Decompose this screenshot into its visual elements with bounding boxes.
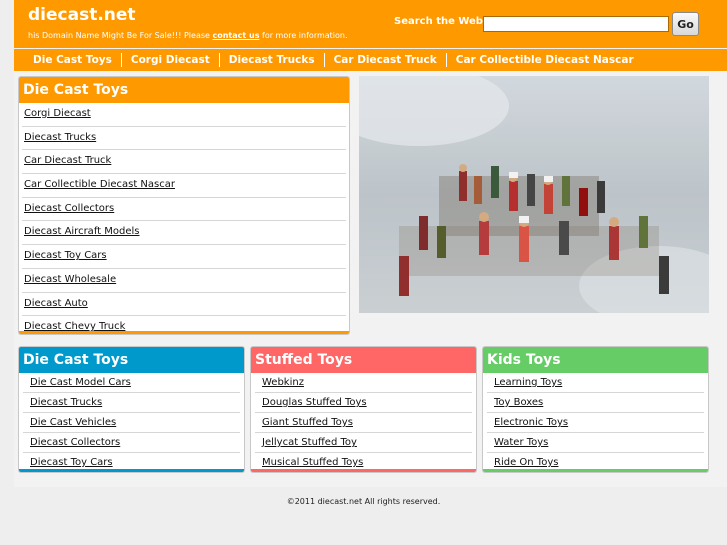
list-item: Diecast Collectors: [23, 433, 240, 453]
list-item: Diecast Collectors: [22, 198, 346, 222]
box-link[interactable]: Diecast Toy Cars: [30, 457, 113, 468]
box-link[interactable]: Douglas Stuffed Toys: [262, 397, 367, 408]
list-item: Diecast Wholesale: [22, 269, 346, 293]
list-item: Diecast Auto: [22, 293, 346, 317]
list-item: Corgi Diecast: [22, 103, 346, 127]
list-item: Car Collectible Diecast Nascar: [22, 174, 346, 198]
kids-toys-box: Kids Toys Learning Toys Toy Boxes Electr…: [482, 346, 709, 473]
list-item: Water Toys: [487, 433, 704, 453]
nav-item-car-collectible-diecast-nascar[interactable]: Car Collectible Diecast Nascar: [447, 53, 643, 67]
box-link[interactable]: Toy Boxes: [494, 397, 543, 408]
list-item: Diecast Toy Cars: [22, 245, 346, 269]
box-link[interactable]: Electronic Toys: [494, 417, 568, 428]
list-item: Douglas Stuffed Toys: [255, 393, 472, 413]
site-logo[interactable]: diecast.net: [28, 5, 136, 25]
box-link[interactable]: Diecast Trucks: [30, 397, 102, 408]
list-item: Giant Stuffed Toys: [255, 413, 472, 433]
tagline: his Domain Name Might Be For Sale!!! Ple…: [28, 31, 348, 40]
box-link[interactable]: Diecast Collectors: [30, 437, 120, 448]
main-link[interactable]: Diecast Aircraft Models: [24, 226, 140, 237]
main-link[interactable]: Car Collectible Diecast Nascar: [24, 179, 175, 190]
list-item: Webkinz: [255, 373, 472, 393]
tagline-suffix: for more information.: [262, 31, 348, 40]
nav-item-diecast-trucks[interactable]: Diecast Trucks: [220, 53, 325, 67]
stuffed-toys-box: Stuffed Toys Webkinz Douglas Stuffed Toy…: [250, 346, 477, 473]
main-link-box: Die Cast Toys Corgi Diecast Diecast Truc…: [18, 76, 350, 335]
stuffed-toys-list: Webkinz Douglas Stuffed Toys Giant Stuff…: [251, 373, 476, 472]
footer-copyright: ©2011 diecast.net All rights reserved.: [286, 497, 441, 506]
main-link[interactable]: Diecast Wholesale: [24, 274, 116, 285]
list-item: Diecast Trucks: [23, 393, 240, 413]
list-item: Diecast Aircraft Models: [22, 221, 346, 246]
main-link[interactable]: Diecast Collectors: [24, 203, 114, 214]
box-bottom-bar: [251, 469, 476, 472]
main-link-list: Corgi Diecast Diecast Trucks Car Diecast…: [19, 103, 349, 334]
box-bottom-bar: [483, 469, 708, 472]
main-link[interactable]: Diecast Trucks: [24, 132, 96, 143]
search-input[interactable]: [483, 16, 669, 32]
nav-item-car-diecast-truck[interactable]: Car Diecast Truck: [325, 53, 447, 67]
die-cast-toys-box-title: Die Cast Toys: [19, 347, 244, 373]
nav-item-die-cast-toys[interactable]: Die Cast Toys: [14, 53, 122, 67]
box-link[interactable]: Jellycat Stuffed Toy: [262, 437, 357, 448]
box-link[interactable]: Giant Stuffed Toys: [262, 417, 353, 428]
list-item: Die Cast Vehicles: [23, 413, 240, 433]
box-bottom-bar: [19, 469, 244, 472]
main-link[interactable]: Car Diecast Truck: [24, 155, 111, 166]
main-box-title: Die Cast Toys: [19, 77, 349, 103]
list-item: Diecast Trucks: [22, 127, 346, 151]
box-link[interactable]: Learning Toys: [494, 377, 562, 388]
main-link[interactable]: Corgi Diecast: [24, 108, 91, 119]
list-item: Car Diecast Truck: [22, 150, 346, 175]
list-item: Electronic Toys: [487, 413, 704, 433]
list-item: Toy Boxes: [487, 393, 704, 413]
box-link[interactable]: Webkinz: [262, 377, 304, 388]
box-link[interactable]: Die Cast Model Cars: [30, 377, 131, 388]
toy-soldiers-photo: [359, 76, 709, 313]
kids-toys-box-title: Kids Toys: [483, 347, 708, 373]
go-button[interactable]: Go: [672, 12, 699, 36]
die-cast-toys-box: Die Cast Toys Die Cast Model Cars Diecas…: [18, 346, 245, 473]
page-container: diecast.net his Domain Name Might Be For…: [14, 0, 727, 487]
list-item: Die Cast Model Cars: [23, 373, 240, 393]
box-link[interactable]: Ride On Toys: [494, 457, 558, 468]
list-item: Learning Toys: [487, 373, 704, 393]
box-link[interactable]: Musical Stuffed Toys: [262, 457, 363, 468]
top-nav: Die Cast Toys Corgi Diecast Diecast Truc…: [14, 49, 727, 71]
die-cast-toys-list: Die Cast Model Cars Diecast Trucks Die C…: [19, 373, 244, 472]
box-bottom-bar: [19, 331, 349, 334]
list-item: Jellycat Stuffed Toy: [255, 433, 472, 453]
box-link[interactable]: Water Toys: [494, 437, 548, 448]
header: diecast.net his Domain Name Might Be For…: [14, 0, 727, 48]
contact-us-link[interactable]: contact us: [212, 31, 259, 40]
toy-soldiers-image: [359, 76, 709, 313]
box-link[interactable]: Die Cast Vehicles: [30, 417, 116, 428]
stuffed-toys-box-title: Stuffed Toys: [251, 347, 476, 373]
main-link[interactable]: Diecast Toy Cars: [24, 250, 107, 261]
nav-item-corgi-diecast[interactable]: Corgi Diecast: [122, 53, 220, 67]
kids-toys-list: Learning Toys Toy Boxes Electronic Toys …: [483, 373, 708, 472]
search-label: Search the Web:: [394, 16, 487, 27]
tagline-prefix: his Domain Name Might Be For Sale!!! Ple…: [28, 31, 210, 40]
main-link[interactable]: Diecast Auto: [24, 298, 88, 309]
